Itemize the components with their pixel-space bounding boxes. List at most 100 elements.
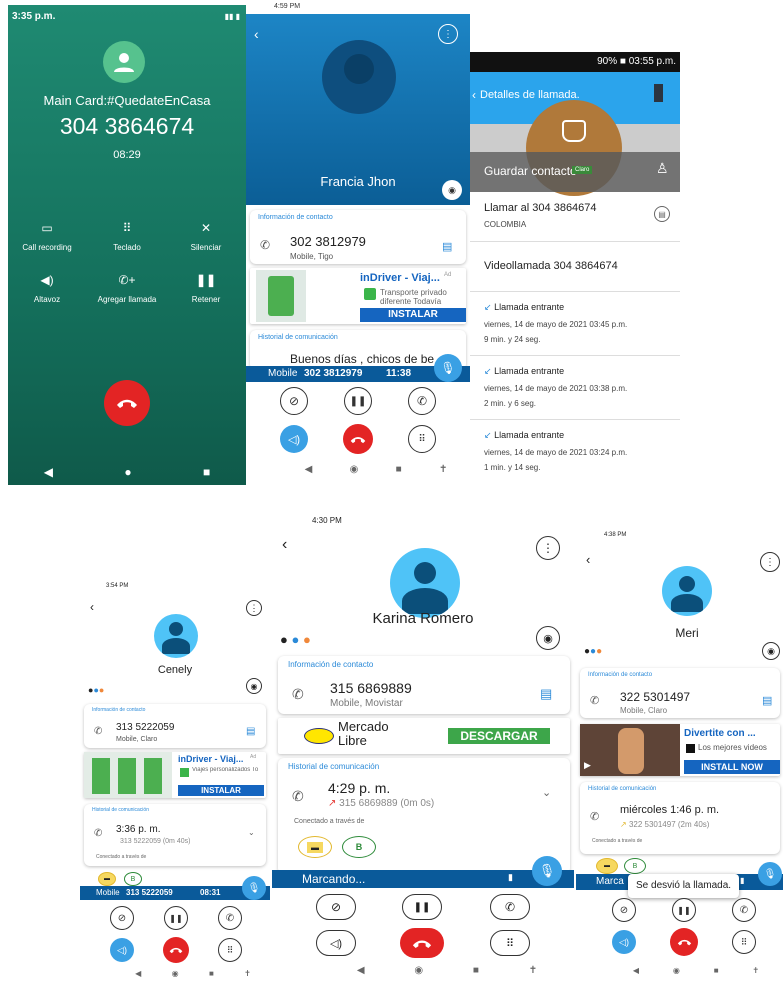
b-icon[interactable]: B [124, 872, 142, 886]
hold-button[interactable]: ❚❚ [164, 906, 188, 930]
contact-switch-icon[interactable]: ◉ [762, 642, 780, 660]
voice-input-button[interactable]: 🎙 [242, 876, 266, 900]
recents-icon[interactable]: ■ [473, 965, 479, 976]
add-contact-icon[interactable]: ♙ [656, 160, 669, 177]
install-button[interactable]: INSTALAR [178, 785, 264, 796]
message-icon[interactable]: ▤ [246, 726, 255, 737]
home-icon[interactable]: ◉ [172, 969, 179, 978]
contact-phone[interactable]: 313 5222059 [116, 722, 174, 733]
download-button[interactable]: DESCARGAR [448, 728, 550, 744]
speaker-button[interactable]: ◁) [110, 938, 134, 962]
back-icon[interactable]: ‹ [254, 26, 259, 42]
back-icon[interactable]: ‹ [472, 88, 476, 102]
recents-icon[interactable]: ■ [714, 966, 719, 975]
contact-phone[interactable]: 322 5301497 [620, 690, 690, 704]
keypad-button[interactable]: ⠿ [732, 930, 756, 954]
back-icon[interactable]: ‹ [282, 536, 287, 554]
contact-switch-icon[interactable]: ◉ [536, 626, 560, 650]
mute-button[interactable]: ⊘ [110, 906, 134, 930]
home-icon[interactable]: ◉ [673, 966, 680, 975]
trash-icon[interactable] [654, 84, 663, 102]
hold-button[interactable]: ❚❚ Retener [170, 273, 242, 304]
end-call-button[interactable] [343, 424, 373, 454]
back-icon[interactable]: ◀ [633, 966, 639, 975]
home-icon[interactable]: ● [124, 465, 131, 479]
recents-icon[interactable]: ■ [396, 464, 402, 475]
chat-icon[interactable]: ▬ [298, 836, 332, 858]
contact-switch-icon[interactable]: ◉ [246, 678, 262, 694]
end-call-button[interactable] [104, 380, 150, 426]
speaker-button[interactable]: ◁) [612, 930, 636, 954]
add-call-button[interactable]: ✆+ Agregar llamada [90, 273, 164, 304]
video-call-row[interactable]: Videollamada 304 3864674 [470, 242, 680, 292]
keypad-button[interactable]: ⠿ [408, 425, 436, 453]
ad-card[interactable]: ▶ Divertite con ... Los mejores videos I… [580, 724, 780, 776]
call-log-entry[interactable]: ↙ Llamada entrante viernes, 14 de mayo d… [470, 356, 680, 420]
b-icon[interactable]: B [624, 858, 646, 874]
contact-phone[interactable]: 302 3812979 [290, 234, 366, 249]
add-call-button[interactable]: ✆ [732, 898, 756, 922]
chevron-down-icon[interactable]: ⌄ [248, 828, 255, 837]
call-log-entry[interactable]: ↙ Llamada entrante viernes, 14 de mayo d… [470, 292, 680, 356]
message-icon[interactable]: ▤ [654, 206, 670, 222]
speaker-button[interactable]: ◁) [280, 425, 308, 453]
accessibility-icon[interactable]: ✝ [752, 966, 759, 975]
chevron-down-icon[interactable]: ⌄ [542, 786, 551, 799]
hold-button[interactable]: ❚❚ [402, 894, 442, 920]
contact-phone[interactable]: 315 6869889 [330, 680, 412, 696]
back-icon[interactable]: ◀ [135, 969, 141, 978]
message-icon[interactable]: ▤ [442, 240, 452, 253]
chat-icon[interactable]: ▬ [596, 858, 618, 874]
recents-icon[interactable]: ■ [209, 969, 214, 978]
message-icon[interactable]: ▤ [540, 686, 552, 702]
install-button[interactable]: INSTALAR [360, 308, 466, 322]
contact-switch-icon[interactable]: ◉ [442, 180, 462, 200]
recents-icon[interactable]: ■ [203, 465, 210, 479]
accessibility-icon[interactable]: ✝ [244, 969, 251, 978]
voice-input-button[interactable]: 🎙 [758, 862, 782, 886]
back-icon[interactable]: ‹ [586, 552, 590, 567]
back-icon[interactable]: ◀ [305, 464, 313, 475]
home-icon[interactable]: ◉ [350, 464, 359, 475]
end-call-button[interactable] [400, 928, 444, 958]
hold-button[interactable]: ❚❚ [672, 898, 696, 922]
speaker-button[interactable]: ◀) Altavoz [12, 273, 82, 304]
call-row[interactable]: Llamar al 304 3864674 COLOMBIA ▤ [470, 192, 680, 242]
back-icon[interactable]: ◀ [357, 965, 365, 976]
ad-card[interactable]: inDriver - Viaj... Ad Transporte privado… [250, 268, 466, 324]
mute-button[interactable]: ✕ Silenciar [170, 221, 242, 252]
hold-button[interactable]: ❚❚ [344, 387, 372, 415]
mute-button[interactable]: ⊘ [280, 387, 308, 415]
b-icon[interactable]: B [342, 836, 376, 858]
mute-button[interactable]: ⊘ [612, 898, 636, 922]
message-icon[interactable]: ▤ [762, 694, 772, 707]
ad-card[interactable]: inDriver - Viaj... Ad Viajes personaliza… [84, 752, 266, 798]
back-icon[interactable]: ◀ [44, 465, 53, 479]
more-options-icon[interactable]: ⋮ [438, 24, 458, 44]
voice-input-button[interactable]: 🎙 [532, 856, 562, 886]
voice-input-button[interactable]: 🎙 [434, 354, 462, 382]
accessibility-icon[interactable]: ✝ [439, 464, 447, 475]
save-contact-row[interactable]: Guardar contacto Claro ♙ [470, 152, 680, 192]
keypad-button[interactable]: ⠿ [218, 938, 242, 962]
call-recording-button[interactable]: ▭ Call recording [12, 221, 82, 252]
add-call-button[interactable]: ✆ [218, 906, 242, 930]
keypad-button[interactable]: ⠿ [490, 930, 530, 956]
call-log-entry[interactable]: ↙ Llamada entrante viernes, 14 de mayo d… [470, 420, 680, 484]
keypad-button[interactable]: ⠿ Teclado [90, 221, 164, 252]
end-call-button[interactable] [163, 937, 189, 963]
speaker-button[interactable]: ◁) [316, 930, 356, 956]
mute-button[interactable]: ⊘ [316, 894, 356, 920]
back-icon[interactable]: ‹ [90, 600, 94, 614]
add-call-button[interactable]: ✆ [490, 894, 530, 920]
chat-icon[interactable]: ▬ [98, 872, 116, 886]
home-icon[interactable]: ◉ [414, 965, 423, 976]
more-options-icon[interactable]: ⋮ [246, 600, 262, 616]
accessibility-icon[interactable]: ✝ [529, 965, 537, 976]
ad-card[interactable]: Mercado Libre DESCARGAR [278, 718, 570, 754]
install-button[interactable]: INSTALL NOW [684, 760, 780, 774]
more-options-icon[interactable]: ⋮ [536, 536, 560, 560]
more-options-icon[interactable]: ⋮ [760, 552, 780, 572]
end-call-button[interactable] [670, 928, 698, 956]
add-call-button[interactable]: ✆ [408, 387, 436, 415]
